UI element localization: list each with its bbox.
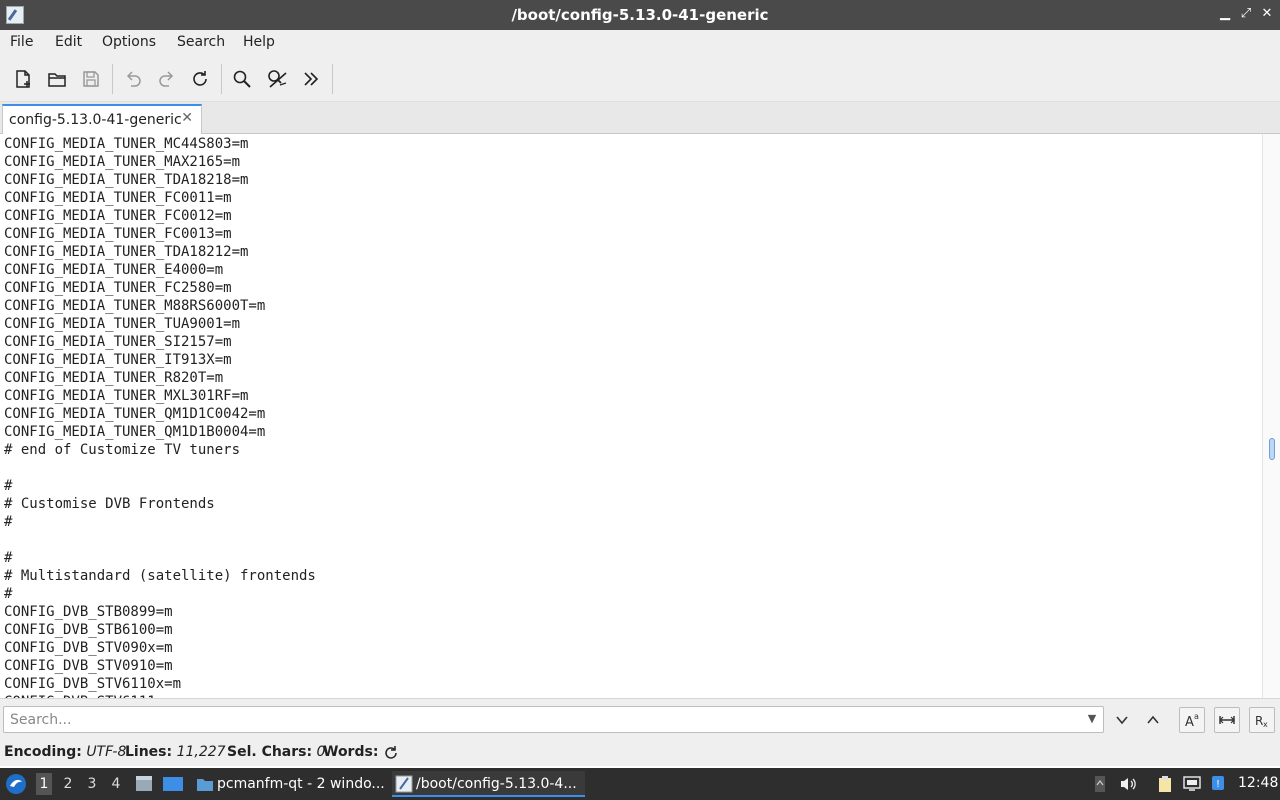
window-title: /boot/config-5.13.0-41-generic xyxy=(511,6,769,24)
whole-word-button[interactable] xyxy=(1214,707,1240,733)
workspace-3[interactable]: 3 xyxy=(84,776,100,792)
words-label: Words: xyxy=(323,744,379,760)
tab-config-file[interactable]: config-5.13.0-41-generic ✕ xyxy=(2,104,202,134)
find-next-button[interactable] xyxy=(1109,707,1135,733)
task-label: /boot/config-5.13.0-4... xyxy=(416,776,577,792)
lines-value: 11,227 xyxy=(176,744,226,760)
toolbar-separator xyxy=(332,64,333,94)
vertical-scrollbar[interactable] xyxy=(1262,134,1280,698)
start-menu-button[interactable] xyxy=(5,773,27,795)
words-status: Words: xyxy=(323,744,378,760)
undo-button[interactable] xyxy=(120,66,146,92)
workspace-2[interactable]: 2 xyxy=(60,776,76,792)
redo-button[interactable] xyxy=(154,66,180,92)
clipboard-tray-button[interactable] xyxy=(1155,774,1175,794)
status-bar: Encoding: UTF-8 Lines: 11,227 Sel. Chars… xyxy=(0,740,1280,766)
taskbar-clock[interactable]: 12:48 xyxy=(1238,775,1278,791)
whole-word-icon xyxy=(1219,716,1235,724)
workspace-1[interactable]: 1 xyxy=(36,773,52,795)
taskbar: 1 2 3 4 pcmanfm-qt - 2 windo... /boot/co… xyxy=(0,768,1280,800)
new-document-button[interactable] xyxy=(10,66,36,92)
replace-button[interactable] xyxy=(264,66,290,92)
save-button[interactable] xyxy=(78,66,104,92)
open-file-button[interactable] xyxy=(44,66,70,92)
workspace-4[interactable]: 4 xyxy=(108,776,124,792)
updates-tray-button[interactable]: ! xyxy=(1208,774,1228,794)
featherpad-task-icon xyxy=(395,775,413,793)
encoding-value: UTF-8 xyxy=(86,744,127,760)
match-case-icon: Aa xyxy=(1185,712,1199,729)
minimize-button[interactable]: ▁ xyxy=(1216,5,1234,23)
reload-icon xyxy=(193,71,207,86)
toolbar xyxy=(0,56,1280,102)
file-manager-launcher[interactable] xyxy=(134,774,154,798)
menu-bar: File Edit Options Search Help xyxy=(0,30,1280,56)
volume-tray-button[interactable] xyxy=(1118,774,1138,794)
tab-bar: config-5.13.0-41-generic ✕ xyxy=(0,102,1280,134)
lines-label: Lines: xyxy=(125,744,173,760)
chevron-up-icon xyxy=(1147,715,1159,724)
menu-search[interactable]: Search xyxy=(177,34,225,50)
selchars-label: Sel. Chars: xyxy=(227,744,313,760)
network-tray-button[interactable] xyxy=(1182,774,1202,794)
menu-edit[interactable]: Edit xyxy=(55,34,82,50)
svg-text:a: a xyxy=(1194,712,1199,721)
folder-icon xyxy=(197,779,213,791)
menu-file[interactable]: File xyxy=(10,34,33,50)
tab-label: config-5.13.0-41-generic xyxy=(9,112,182,128)
more-tools-button[interactable] xyxy=(298,66,324,92)
svg-text:x: x xyxy=(1263,720,1268,729)
refresh-icon xyxy=(385,746,397,759)
menu-help[interactable]: Help xyxy=(243,34,275,50)
scrollbar-thumb[interactable] xyxy=(1269,438,1275,460)
find-button[interactable] xyxy=(229,66,255,92)
clipboard-icon xyxy=(1159,776,1171,792)
lines-status: Lines: 11,227 xyxy=(125,744,226,760)
menu-options[interactable]: Options xyxy=(102,34,156,50)
regex-button[interactable]: Rx xyxy=(1249,707,1275,733)
more-chevron-icon xyxy=(304,72,319,86)
find-previous-button[interactable] xyxy=(1140,707,1166,733)
search-bar: ▼ Aa Rx xyxy=(0,698,1280,740)
find-icon xyxy=(233,70,251,88)
show-desktop-button[interactable] xyxy=(162,774,184,798)
volume-icon xyxy=(1121,778,1136,790)
trash-folder-icon xyxy=(136,776,152,791)
tray-arrow-icon xyxy=(1095,776,1105,792)
chevron-down-icon xyxy=(1116,716,1128,725)
encoding-label: Encoding: xyxy=(4,744,82,760)
toolbar-separator xyxy=(112,64,113,94)
editor-content[interactable]: CONFIG_MEDIA_TUNER_MC44S803=m CONFIG_MED… xyxy=(0,135,1262,698)
encoding-status: Encoding: UTF-8 xyxy=(4,744,126,760)
tab-close-icon[interactable]: ✕ xyxy=(181,110,193,126)
replace-icon xyxy=(268,70,287,88)
regex-icon: Rx xyxy=(1255,714,1268,729)
open-folder-icon xyxy=(48,73,66,87)
selchars-status: Sel. Chars: 0 xyxy=(227,744,325,760)
toolbar-separator xyxy=(221,64,222,94)
window-titlebar: /boot/config-5.13.0-41-generic ▁ ⤢ ✕ xyxy=(0,0,1280,30)
close-window-button[interactable]: ✕ xyxy=(1258,5,1276,23)
text-editor[interactable]: CONFIG_MEDIA_TUNER_MC44S803=m CONFIG_MED… xyxy=(0,134,1262,698)
task-pcmanfm[interactable]: pcmanfm-qt - 2 windo... xyxy=(193,771,389,797)
refresh-word-count-button[interactable] xyxy=(383,745,399,765)
search-history-dropdown-icon[interactable]: ▼ xyxy=(1084,710,1100,728)
redo-icon xyxy=(159,71,174,87)
task-label: pcmanfm-qt - 2 windo... xyxy=(217,776,385,792)
svg-text:A: A xyxy=(1185,715,1194,729)
match-case-button[interactable]: Aa xyxy=(1179,707,1205,733)
lubuntu-logo-icon xyxy=(6,774,26,794)
svg-text:!: ! xyxy=(1216,779,1220,790)
desktop-icon xyxy=(163,777,183,791)
task-featherpad[interactable]: /boot/config-5.13.0-4... xyxy=(392,771,585,797)
maximize-button[interactable]: ⤢ xyxy=(1237,5,1255,23)
undo-icon xyxy=(126,71,141,87)
tray-scroll-area[interactable] xyxy=(1090,774,1110,794)
reload-button[interactable] xyxy=(187,66,213,92)
network-icon xyxy=(1183,776,1201,791)
save-icon xyxy=(83,71,99,87)
new-document-icon xyxy=(16,70,30,88)
update-notifier-icon: ! xyxy=(1212,776,1224,790)
search-input[interactable] xyxy=(3,706,1104,733)
